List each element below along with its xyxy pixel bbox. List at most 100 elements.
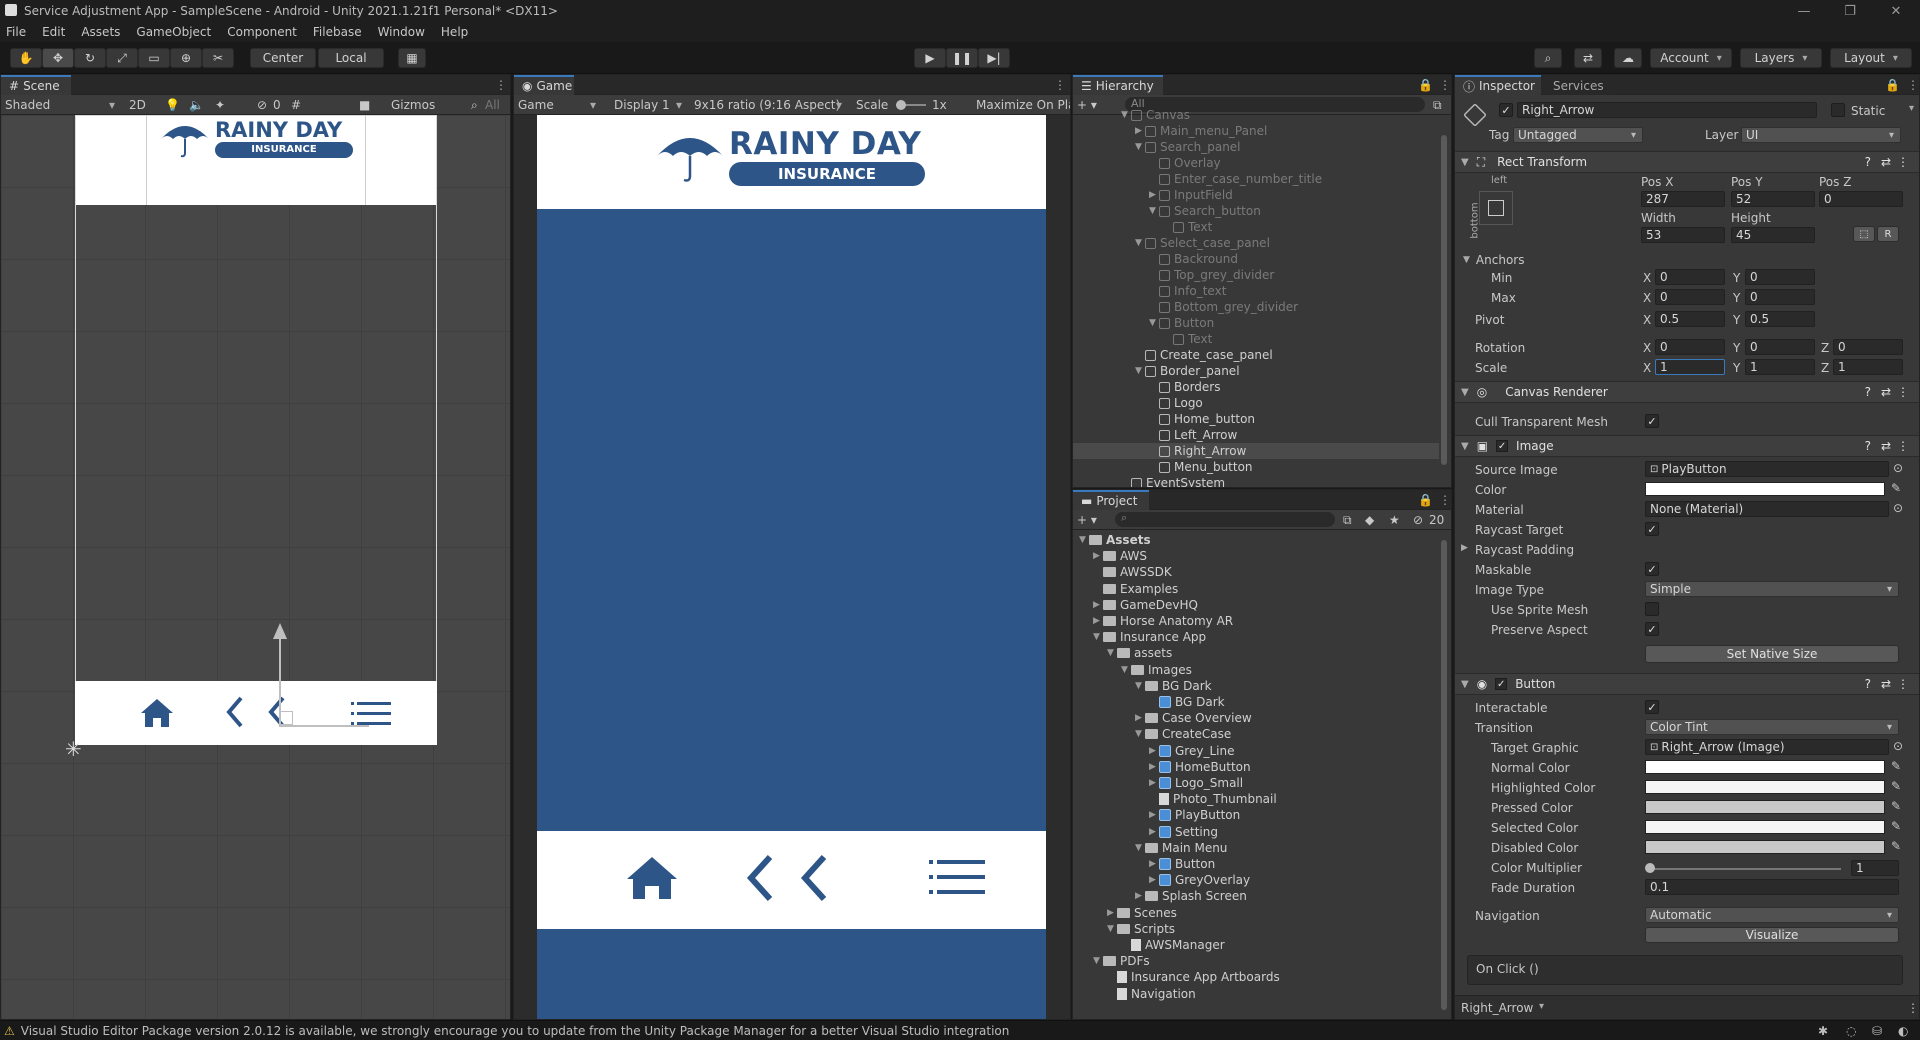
hierarchy-menu-icon[interactable]: ⋮ (1439, 78, 1451, 92)
custom-tool-icon[interactable]: ✂ (202, 48, 234, 68)
expand-arrow-icon[interactable]: ▶ (1093, 600, 1103, 610)
menu-assets[interactable]: Assets (81, 25, 120, 39)
expand-arrow-icon[interactable]: ▶ (1149, 875, 1159, 885)
rect-preset-icon[interactable]: ⇄ (1881, 155, 1891, 169)
preview-caret-icon[interactable]: ▾ (1539, 1001, 1544, 1012)
layers-dropdown[interactable]: Layers (1740, 48, 1822, 68)
button-menu-icon[interactable]: ⋮ (1897, 677, 1909, 691)
project-add-button[interactable]: + ▾ (1077, 513, 1097, 527)
project-item[interactable]: ▼ PDFs (1073, 953, 1150, 969)
menu-gameobject[interactable]: GameObject (136, 25, 211, 39)
anchor-preset-button[interactable] (1479, 191, 1513, 225)
target-graphic-field[interactable]: ⊡ Right_Arrow (Image) (1645, 739, 1889, 755)
scale-slider-thumb[interactable] (896, 100, 906, 110)
camera-icon[interactable]: ■ (359, 98, 370, 112)
canvas-renderer-help-icon[interactable]: ? (1865, 385, 1871, 399)
scale-y-field[interactable]: 1 (1745, 359, 1815, 375)
normal-eyedropper-icon[interactable]: ✎ (1891, 759, 1901, 773)
raycast-padding-label[interactable]: Raycast Padding (1475, 543, 1574, 557)
project-item[interactable]: Navigation (1073, 986, 1196, 1002)
auto-gen-lighting-icon[interactable]: ◐ (1898, 1024, 1908, 1038)
project-item[interactable]: AWSManager (1073, 937, 1225, 953)
tab-game[interactable]: ◉ Game (514, 75, 574, 95)
layout-dropdown[interactable]: Layout (1830, 48, 1912, 68)
image-enabled-checkbox[interactable]: ✓ (1496, 440, 1509, 452)
visualize-button[interactable]: Visualize (1645, 927, 1899, 943)
color-multiplier-slider[interactable] (1651, 868, 1841, 870)
expand-arrow-icon[interactable]: ▼ (1093, 956, 1103, 966)
posx-field[interactable]: 287 (1641, 191, 1725, 207)
project-item[interactable]: ▶ Case Overview (1073, 710, 1252, 726)
rot-x-field[interactable]: 0 (1655, 339, 1725, 355)
raycast-target-checkbox[interactable]: ✓ (1645, 522, 1659, 536)
interactable-checkbox[interactable]: ✓ (1645, 700, 1659, 714)
max-x-field[interactable]: 0 (1655, 289, 1725, 305)
project-lock-icon[interactable]: 🔒 (1418, 493, 1433, 507)
menu-edit[interactable]: Edit (42, 25, 65, 39)
project-item[interactable]: ▼ Assets (1073, 532, 1151, 548)
project-item[interactable]: ▶ Scenes (1073, 905, 1177, 921)
source-image-field[interactable]: ⊡ PlayButton (1645, 461, 1889, 477)
min-x-field[interactable]: 0 (1655, 269, 1725, 285)
hierarchy-item[interactable]: Bottom_grey_divider (1073, 299, 1439, 315)
expand-arrow-icon[interactable]: ▼ (1121, 110, 1131, 120)
scene-grid-icon[interactable]: # (291, 98, 301, 112)
project-item[interactable]: ▶ Splash Screen (1073, 888, 1247, 904)
scene-menu-icon[interactable]: ⋮ (495, 78, 507, 92)
project-item[interactable]: ▶ Grey_Line (1073, 743, 1234, 759)
hierarchy-item[interactable]: ▼ Canvas (1073, 107, 1439, 123)
material-picker-icon[interactable]: ⊙ (1893, 501, 1903, 515)
rect-help-icon[interactable]: ? (1865, 155, 1871, 169)
step-button[interactable]: ▶| (978, 48, 1010, 68)
image-help-icon[interactable]: ? (1865, 439, 1871, 453)
hierarchy-item[interactable]: Menu_button (1073, 459, 1439, 475)
project-item[interactable]: ▶ Horse Anatomy AR (1073, 613, 1233, 629)
aspect-dropdown[interactable]: 9x16 ratio (9:16 Aspect) (694, 98, 840, 112)
hierarchy-item[interactable]: ▼ Search_button (1073, 203, 1439, 219)
expand-arrow-icon[interactable]: ▼ (1093, 632, 1103, 642)
gizmos-dropdown[interactable]: Gizmos (391, 98, 435, 112)
cull-mesh-checkbox[interactable]: ✓ (1645, 414, 1659, 428)
color-multiplier-field[interactable]: 1 (1851, 860, 1899, 876)
height-field[interactable]: 45 (1731, 227, 1815, 243)
hierarchy-item[interactable]: Create_case_panel (1073, 347, 1439, 363)
posy-field[interactable]: 52 (1731, 191, 1815, 207)
active-checkbox[interactable]: ✓ (1499, 103, 1513, 117)
anchors-foldout[interactable]: ▼ Anchors (1463, 251, 1524, 269)
rot-y-field[interactable]: 0 (1745, 339, 1815, 355)
button-help-icon[interactable]: ? (1865, 677, 1871, 691)
tab-hierarchy[interactable]: ☰ Hierarchy (1073, 75, 1163, 95)
project-scrollbar[interactable] (1441, 540, 1447, 1010)
transform-tool-icon[interactable]: ⊕ (170, 48, 202, 68)
expand-arrow-icon[interactable]: ▼ (1135, 843, 1145, 853)
pivot-mode-button[interactable]: Center (250, 48, 316, 68)
game-menu-icon[interactable]: ⋮ (1054, 78, 1066, 92)
hierarchy-item[interactable]: ▼ Select_case_panel (1073, 235, 1439, 251)
hierarchy-item[interactable]: ▼ Border_panel (1073, 363, 1439, 379)
rect-transform-header[interactable]: ▼ ⛶ Rect Transform ? ⇄ ⋮ (1455, 151, 1919, 173)
hierarchy-item[interactable]: Text (1073, 331, 1439, 347)
pivot-y-field[interactable]: 0.5 (1745, 311, 1815, 327)
view-mode-dropdown[interactable]: Game (518, 98, 554, 112)
object-name-field[interactable]: Right_Arrow (1517, 102, 1817, 118)
maskable-checkbox[interactable]: ✓ (1645, 562, 1659, 576)
selected-eyedropper-icon[interactable]: ✎ (1891, 819, 1901, 833)
scale-z-field[interactable]: 1 (1833, 359, 1903, 375)
button-header[interactable]: ▼ ◉ ✓ Button ? ⇄ ⋮ (1455, 673, 1919, 695)
project-item[interactable]: ▶ PlayButton (1073, 807, 1240, 823)
static-caret-icon[interactable]: ▾ (1909, 103, 1914, 114)
pause-button[interactable]: ❚❚ (946, 48, 978, 68)
shading-dropdown[interactable]: Shaded (5, 98, 50, 112)
color-multiplier-thumb[interactable] (1645, 863, 1655, 873)
transition-dropdown[interactable]: Color Tint (1645, 719, 1899, 735)
project-item[interactable]: Insurance App Artboards (1073, 969, 1280, 985)
project-item[interactable]: ▼ Main Menu (1073, 840, 1227, 856)
expand-arrow-icon[interactable]: ▶ (1135, 713, 1145, 723)
expand-arrow-icon[interactable]: ▶ (1149, 746, 1159, 756)
pressed-eyedropper-icon[interactable]: ✎ (1891, 799, 1901, 813)
project-item[interactable]: ▶ GameDevHQ (1073, 597, 1198, 613)
project-item[interactable]: AWSSDK (1073, 564, 1172, 580)
hierarchy-lock-icon[interactable]: 🔒 (1418, 78, 1433, 92)
image-type-dropdown[interactable]: Simple (1645, 581, 1899, 597)
normal-color-swatch[interactable] (1645, 760, 1885, 774)
